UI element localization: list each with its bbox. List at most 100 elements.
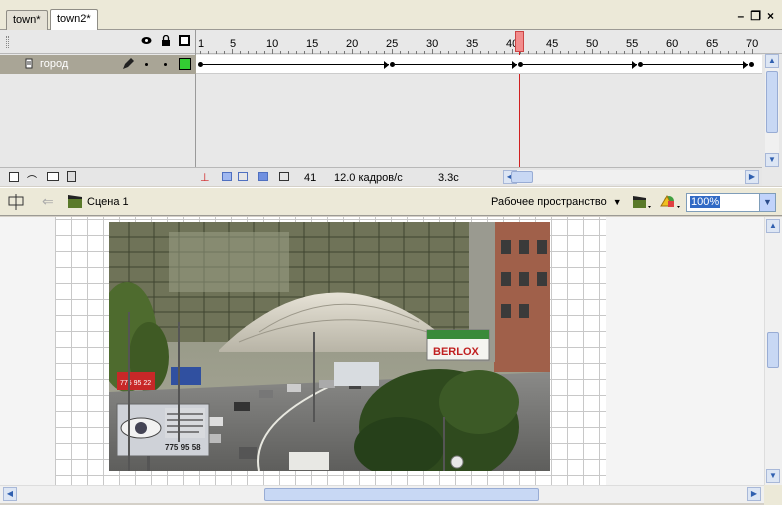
tween-arrow-icon (743, 61, 748, 69)
stage-vscroll-thumb[interactable] (767, 332, 779, 368)
motion-tween[interactable] (643, 64, 748, 65)
restore-icon[interactable]: ❐ (750, 9, 761, 23)
edit-multiple-icon[interactable] (258, 172, 268, 181)
back-arrow-icon[interactable]: ⇐ (42, 193, 54, 210)
stage-vscroll[interactable]: ▲ ▼ (764, 217, 782, 485)
ruler-tick (376, 51, 377, 54)
folder-icon[interactable] (47, 172, 59, 181)
scroll-up-button[interactable]: ▲ (765, 54, 779, 68)
motion-tween[interactable] (203, 64, 389, 65)
scene-label[interactable]: Сцена 1 (87, 196, 129, 208)
timeline-vscroll[interactable]: ▲ ▼ (765, 54, 779, 167)
tab-label: town* (13, 14, 41, 26)
ruler-tick (352, 49, 353, 54)
zoom-select[interactable]: 100% ▼ (686, 193, 776, 212)
ruler-tick (688, 51, 689, 54)
ruler-tick (328, 51, 329, 54)
playhead[interactable] (515, 31, 524, 52)
lock-dot[interactable] (164, 63, 167, 66)
tab-town2[interactable]: town2* (50, 9, 98, 31)
ruler-tick (272, 49, 273, 54)
motion-tween[interactable] (523, 64, 637, 65)
timeline-toggle-icon[interactable] (7, 194, 25, 210)
ruler-tick (304, 51, 305, 54)
tween-arrow-icon (512, 61, 517, 69)
workspace-menu[interactable]: Рабочее пространство ▼ (491, 196, 622, 208)
ruler-tick (560, 51, 561, 54)
scroll-down-button[interactable]: ▼ (766, 469, 780, 483)
ruler-tick (632, 49, 633, 54)
ruler-tick (312, 49, 313, 54)
ruler-tick (232, 49, 233, 54)
trash-icon[interactable] (67, 171, 76, 182)
minimize-icon[interactable]: – (738, 9, 745, 23)
ruler-tick (256, 51, 257, 54)
ruler-tick (248, 51, 249, 54)
stage-hscroll[interactable]: ◀ ▶ (0, 485, 764, 503)
timeline-hscroll[interactable]: ◀ ▶ (503, 170, 759, 184)
scroll-right-button[interactable]: ▶ (745, 170, 759, 184)
ruler-tick (664, 51, 665, 54)
scroll-up-button[interactable]: ▲ (766, 219, 780, 233)
ruler-tick (576, 51, 577, 54)
tab-town[interactable]: town* (6, 10, 48, 30)
ruler-tick (544, 51, 545, 54)
motion-guide-icon[interactable]: ⌒ (27, 172, 37, 187)
ruler-tick (400, 51, 401, 54)
motion-tween[interactable] (395, 64, 517, 65)
current-frame: 41 (304, 172, 317, 184)
onion-skin-icon[interactable] (222, 172, 232, 181)
ruler-tick (720, 51, 721, 54)
zoom-value: 100% (690, 196, 721, 208)
keyframe[interactable] (749, 62, 754, 67)
ruler-tick (392, 49, 393, 54)
layer-info[interactable]: город (0, 55, 196, 74)
layer-color-swatch[interactable] (179, 58, 191, 70)
tab-label: town2* (57, 13, 91, 25)
modify-markers-icon[interactable] (279, 172, 289, 181)
edit-symbols-icon[interactable] (658, 193, 682, 210)
document-tabbar: town* town2* – ❐ × (0, 0, 782, 31)
zoom-dropdown-icon[interactable]: ▼ (759, 194, 775, 211)
scroll-left-button[interactable]: ◀ (3, 487, 17, 501)
frame-ruler[interactable]: 1 5 10 15 20 25 30 35 40 45 50 55 60 65 70 (196, 30, 762, 54)
edit-bar: ⇐ Сцена 1 Рабочее пространство ▼ 100% ▼ (0, 187, 782, 216)
ruler-tick (448, 51, 449, 54)
scroll-down-button[interactable]: ▼ (765, 153, 779, 167)
onion-outline-icon[interactable] (238, 172, 248, 181)
layer-row[interactable]: город (0, 55, 762, 74)
ruler-tick (424, 51, 425, 54)
ruler-tick (472, 49, 473, 54)
city-photo-drawing: BERLOX 775 95 22 775 95 58 (109, 222, 550, 471)
hscroll-thumb[interactable] (511, 171, 533, 183)
ruler-tick (360, 51, 361, 54)
ruler-tick (264, 51, 265, 54)
tween-arrow-icon (632, 61, 637, 69)
ruler-tick (568, 51, 569, 54)
layer-frames[interactable] (196, 55, 762, 74)
ruler-tick (552, 49, 553, 54)
ruler-tick (432, 49, 433, 54)
ruler-tick (504, 51, 505, 54)
edit-scene-icon[interactable] (632, 194, 652, 210)
ruler-tick (752, 49, 753, 54)
close-icon[interactable]: × (767, 9, 774, 23)
chevron-down-icon: ▼ (612, 197, 622, 207)
ruler-tick (624, 51, 625, 54)
scroll-thumb[interactable] (766, 71, 778, 133)
elapsed-time: 3.3с (438, 172, 459, 184)
scroll-right-button[interactable]: ▶ (747, 487, 761, 501)
pencil-icon (122, 58, 134, 70)
stage-pasteboard[interactable]: BERLOX 775 95 22 775 95 58 (0, 217, 764, 485)
ruler-tick (240, 51, 241, 54)
stage-hscroll-thumb[interactable] (264, 488, 539, 501)
insert-layer-icon[interactable] (9, 172, 19, 182)
city-photo[interactable]: BERLOX 775 95 22 775 95 58 (109, 222, 550, 471)
ruler-tick (344, 51, 345, 54)
ruler-tick (680, 51, 681, 54)
ruler-tick (528, 51, 529, 54)
ruler-tick (736, 51, 737, 54)
ruler-tick (672, 49, 673, 54)
visibility-dot[interactable] (145, 63, 148, 66)
center-frame-icon[interactable]: ⊥ (200, 171, 210, 184)
